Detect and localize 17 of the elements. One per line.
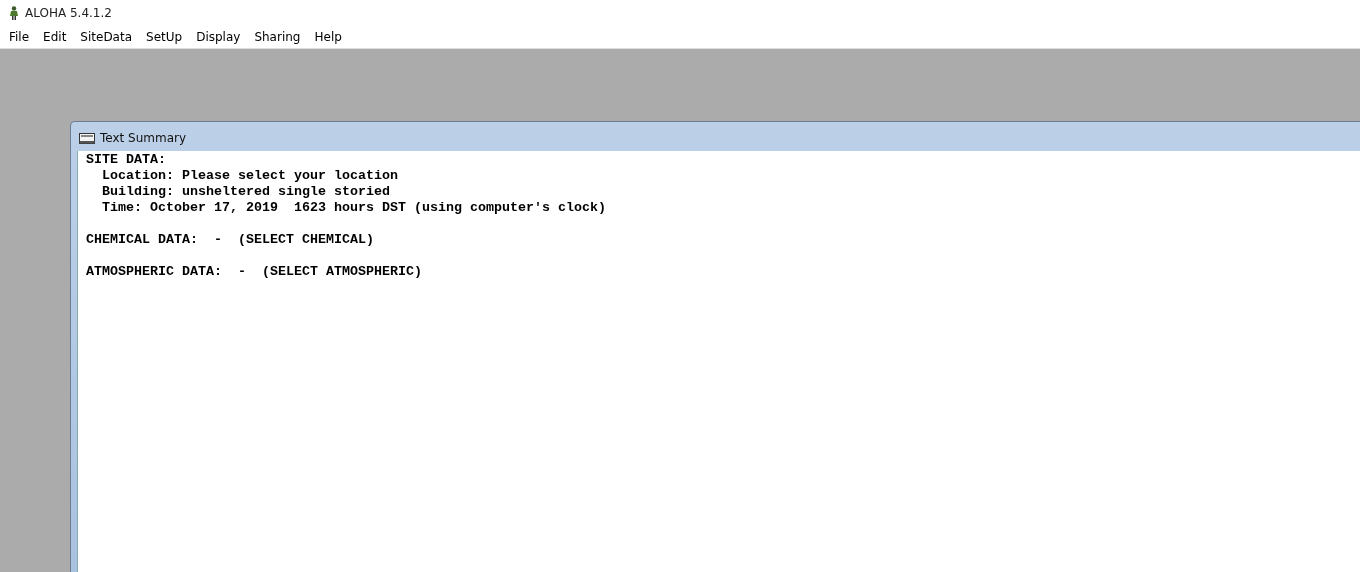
menu-item[interactable]: Display bbox=[189, 30, 248, 44]
child-window-title: Text Summary bbox=[100, 131, 187, 145]
menu-item[interactable]: SiteData bbox=[73, 30, 140, 44]
menu-item[interactable]: File bbox=[2, 30, 37, 44]
summary-line: Time: October 17, 2019 1623 hours DST (using computer's clock) bbox=[102, 200, 607, 216]
summary-line: Building: unsheltered single storied bbox=[102, 184, 391, 200]
figure-icon bbox=[9, 6, 19, 20]
menu-item[interactable]: Edit bbox=[36, 30, 74, 44]
menu-item[interactable]: SetUp bbox=[139, 30, 190, 44]
window-title: ALOHA 5.4.1.2 bbox=[25, 6, 112, 20]
menu-item[interactable]: Sharing bbox=[247, 30, 308, 44]
menu-item[interactable]: Help bbox=[307, 30, 349, 44]
summary-line: Location: Please select your location bbox=[102, 168, 399, 184]
section-heading: SITE DATA: bbox=[86, 152, 167, 168]
section-heading: CHEMICAL DATA: - (SELECT CHEMICAL) bbox=[86, 232, 375, 248]
section-heading: ATMOSPHERIC DATA: - (SELECT ATMOSPHERIC) bbox=[86, 264, 423, 280]
document-icon bbox=[79, 132, 95, 144]
